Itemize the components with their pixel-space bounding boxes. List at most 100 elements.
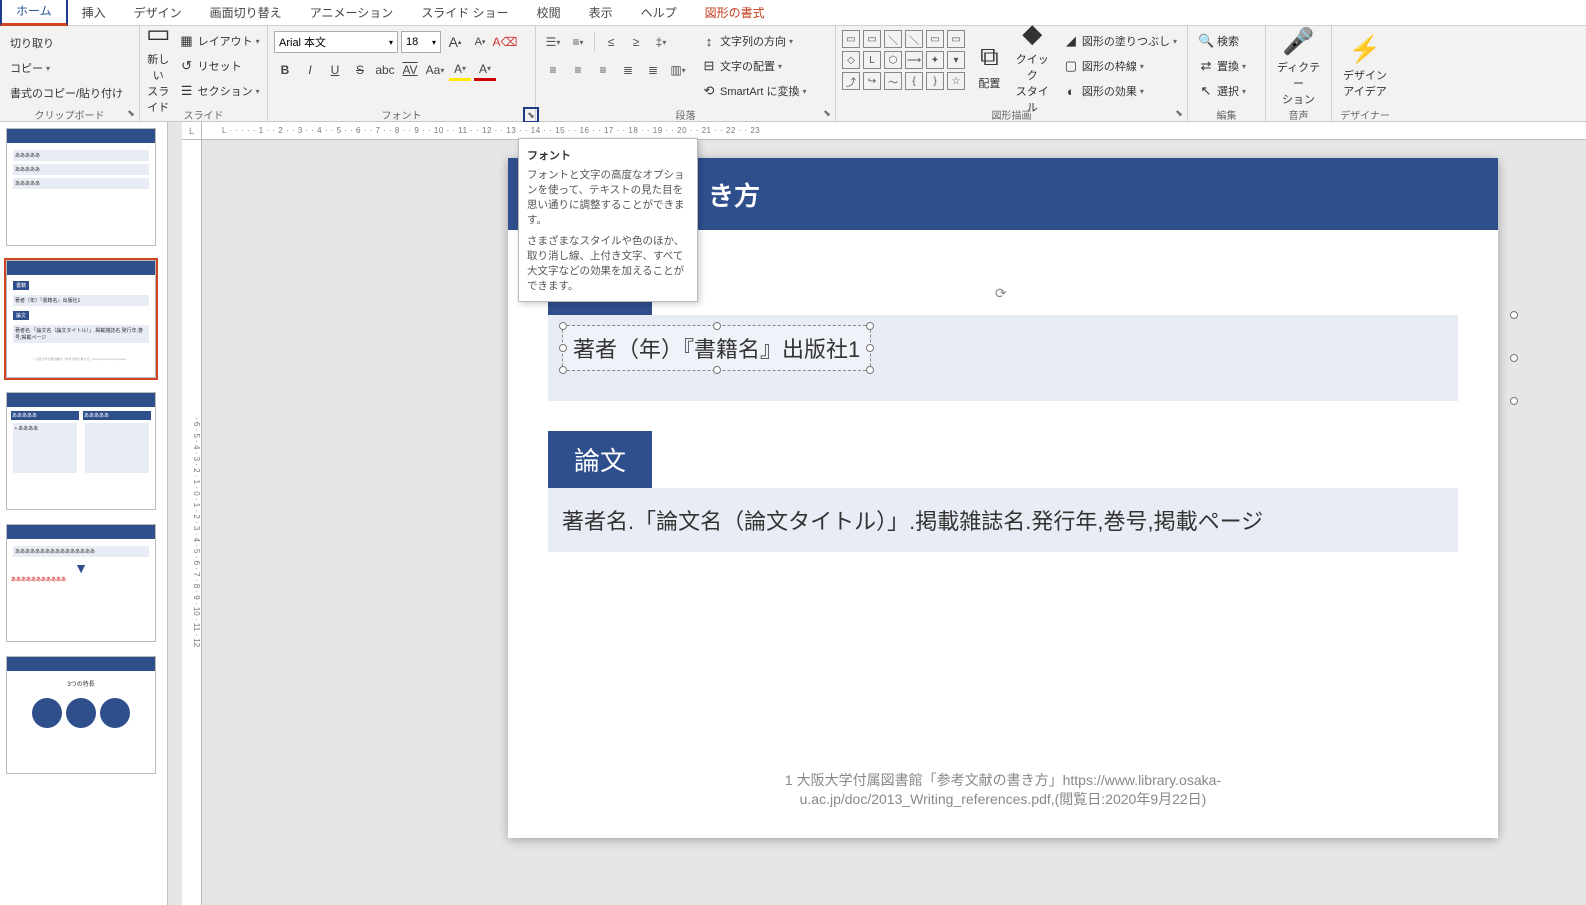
shape-effects-icon: ◐ (1063, 84, 1079, 99)
tab-view[interactable]: 表示 (575, 0, 627, 25)
font-dialog-tooltip: フォント フォントと文字の高度なオプションを使って、テキストの見た目を思い通りに… (518, 138, 698, 302)
section-button[interactable]: ☰セクション (175, 80, 264, 102)
new-slide-button[interactable]: ▭ 新しい スライド (146, 30, 171, 102)
shape-outline-button[interactable]: ▢図形の枠線 (1059, 55, 1181, 77)
shapes-gallery[interactable]: ▭▭＼＼▭▭ ◇L⬡⟶✦▾ ⤴↪～{}☆ (842, 30, 965, 90)
align-center-button[interactable]: ≡ (567, 59, 589, 81)
paragraph-dialog-launcher[interactable]: ⬊ (821, 107, 833, 119)
arrange-icon: ⧉ (980, 41, 999, 73)
shape-outline-icon: ▢ (1063, 58, 1079, 74)
tag-papers: 論文 (548, 431, 652, 488)
selected-textbox[interactable]: 著者（年）『書籍名』出版社1 (562, 325, 871, 371)
group-paragraph-label: 段落 (542, 105, 829, 119)
shape-fill-button[interactable]: ◢図形の塗りつぶし (1059, 30, 1181, 52)
drawing-dialog-launcher[interactable]: ⬊ (1173, 107, 1185, 119)
copy-button[interactable]: コピー (6, 57, 127, 79)
quick-styles-icon: ◆ (1022, 18, 1042, 49)
tooltip-title: フォント (527, 147, 689, 163)
ruler-corner: L (182, 122, 202, 140)
tab-review[interactable]: 校閲 (523, 0, 575, 25)
distribute-button[interactable]: ≣ (642, 59, 664, 81)
align-right-button[interactable]: ≡ (592, 59, 614, 81)
font-size-combo[interactable]: 18▾ (401, 31, 441, 53)
bold-button[interactable]: B (274, 59, 296, 81)
dictate-button[interactable]: 🎤 ディクテー ション (1272, 30, 1325, 102)
mic-icon: 🎤 (1282, 26, 1314, 57)
new-slide-icon: ▭ (146, 18, 171, 49)
justify-button[interactable]: ≣ (617, 59, 639, 81)
layout-icon: ▦ (179, 33, 195, 49)
smartart-icon: ⟲ (701, 83, 717, 99)
highlight-color-button[interactable]: A (449, 59, 471, 81)
design-ideas-button[interactable]: ⚡ デザイン アイデア (1338, 30, 1392, 102)
tab-shape-format[interactable]: 図形の書式 (691, 0, 779, 25)
thumbnail-5[interactable]: 3つの特長 (6, 656, 156, 774)
shrink-font-button[interactable]: A▾ (469, 31, 491, 53)
search-icon: 🔍 (1198, 33, 1214, 49)
slide-thumbnails-panel[interactable]: あああああ あああああ あああああ 書籍 著者（年）『書籍名』出版社1 論文 著… (0, 122, 168, 905)
reset-button[interactable]: ↺リセット (175, 55, 264, 77)
char-spacing-button[interactable]: AV (399, 59, 421, 81)
group-slides-label: スライド (146, 105, 261, 119)
layout-button[interactable]: ▦レイアウト (175, 30, 264, 52)
align-left-button[interactable]: ≡ (542, 59, 564, 81)
tab-slideshow[interactable]: スライド ショー (407, 0, 522, 25)
thumbnail-3[interactable]: あああああ• ああああ あああああ (6, 392, 156, 510)
underline-button[interactable]: U (324, 59, 346, 81)
text-direction-button[interactable]: ↕文字列の方向 (697, 30, 810, 52)
group-voice-label: 音声 (1272, 105, 1325, 119)
italic-button[interactable]: I (299, 59, 321, 81)
clipboard-dialog-launcher[interactable]: ⬊ (125, 107, 137, 119)
shape-fill-icon: ◢ (1063, 33, 1079, 49)
bullets-button[interactable]: ☰ (542, 31, 564, 53)
numbering-button[interactable]: ≡ (567, 31, 589, 53)
font-color-button[interactable]: A (474, 59, 496, 81)
papers-text: 著者名.「論文名（論文タイトル）」.掲載雑誌名.発行年,巻号,掲載ページ (548, 488, 1458, 552)
decrease-indent-button[interactable]: ≤ (600, 31, 622, 53)
line-spacing-button[interactable]: ‡ (650, 31, 672, 53)
convert-smartart-button[interactable]: ⟲SmartArt に変換 (697, 80, 810, 102)
horizontal-ruler: L · · · · · 1 · · 2 · · 3 · · 4 · · 5 · … (202, 122, 1586, 140)
group-font-label: フォント (274, 105, 529, 119)
tab-help[interactable]: ヘルプ (627, 0, 691, 25)
group-editing-label: 編集 (1194, 105, 1259, 119)
reset-icon: ↺ (179, 58, 195, 74)
thumbnail-4[interactable]: ああああああああああああああああ ▼ あああああああああああ (6, 524, 156, 642)
grow-font-button[interactable]: A▴ (444, 31, 466, 53)
change-case-button[interactable]: Aa (424, 59, 446, 81)
replace-button[interactable]: ⇄置換 (1194, 55, 1250, 77)
quick-styles-button[interactable]: ◆ クイック スタイル (1014, 30, 1051, 102)
rotation-handle-icon[interactable]: ⟳ (995, 285, 1011, 301)
slide-canvas-area[interactable]: L L · · · · · 1 · · 2 · · 3 · · 4 · · 5 … (168, 122, 1586, 905)
thumbnail-2[interactable]: 書籍 著者（年）『書籍名』出版社1 論文 著者名.「論文名（論文タイトル）」.掲… (6, 260, 156, 378)
format-painter-button[interactable]: 書式のコピー/貼り付け (6, 82, 127, 104)
align-text-icon: ⊟ (701, 58, 717, 74)
thumbnail-1[interactable]: あああああ あああああ あああああ (6, 128, 156, 246)
replace-icon: ⇄ (1198, 58, 1214, 74)
align-text-button[interactable]: ⊟文字の配置 (697, 55, 810, 77)
font-name-combo[interactable]: Arial 本文▾ (274, 31, 398, 53)
tooltip-body-1: フォントと文字の高度なオプションを使って、テキストの見た目を思い通りに調整するこ… (527, 167, 689, 227)
group-designer-label: デザイナー (1338, 105, 1392, 119)
increase-indent-button[interactable]: ≥ (625, 31, 647, 53)
shadow-button[interactable]: abc (374, 59, 396, 81)
shape-effects-button[interactable]: ◐図形の効果 (1059, 80, 1181, 102)
tab-insert[interactable]: 挿入 (68, 0, 120, 25)
select-button[interactable]: ↖選択 (1194, 80, 1250, 102)
group-clipboard-label: クリップボード (6, 105, 133, 119)
columns-button[interactable]: ▥ (667, 59, 689, 81)
cut-button[interactable]: 切り取り (6, 32, 127, 54)
text-direction-icon: ↕ (701, 34, 717, 49)
select-icon: ↖ (1198, 83, 1214, 99)
find-button[interactable]: 🔍検索 (1194, 30, 1250, 52)
strike-button[interactable]: S (349, 59, 371, 81)
tab-transitions[interactable]: 画面切り替え (196, 0, 296, 25)
clear-format-button[interactable]: A⌫ (494, 31, 516, 53)
group-drawing-label: 図形描画 (842, 105, 1181, 119)
tab-animations[interactable]: アニメーション (296, 0, 408, 25)
tooltip-body-2: さまざまなスタイルや色のほか、取り消し線、上付き文字、すべて大文字などの効果を加… (527, 233, 689, 293)
section-icon: ☰ (179, 83, 195, 99)
textbox-content[interactable]: 著者（年）『書籍名』出版社1 (573, 337, 860, 362)
tab-home[interactable]: ホーム (0, 0, 68, 26)
arrange-button[interactable]: ⧉ 配置 (973, 30, 1006, 102)
